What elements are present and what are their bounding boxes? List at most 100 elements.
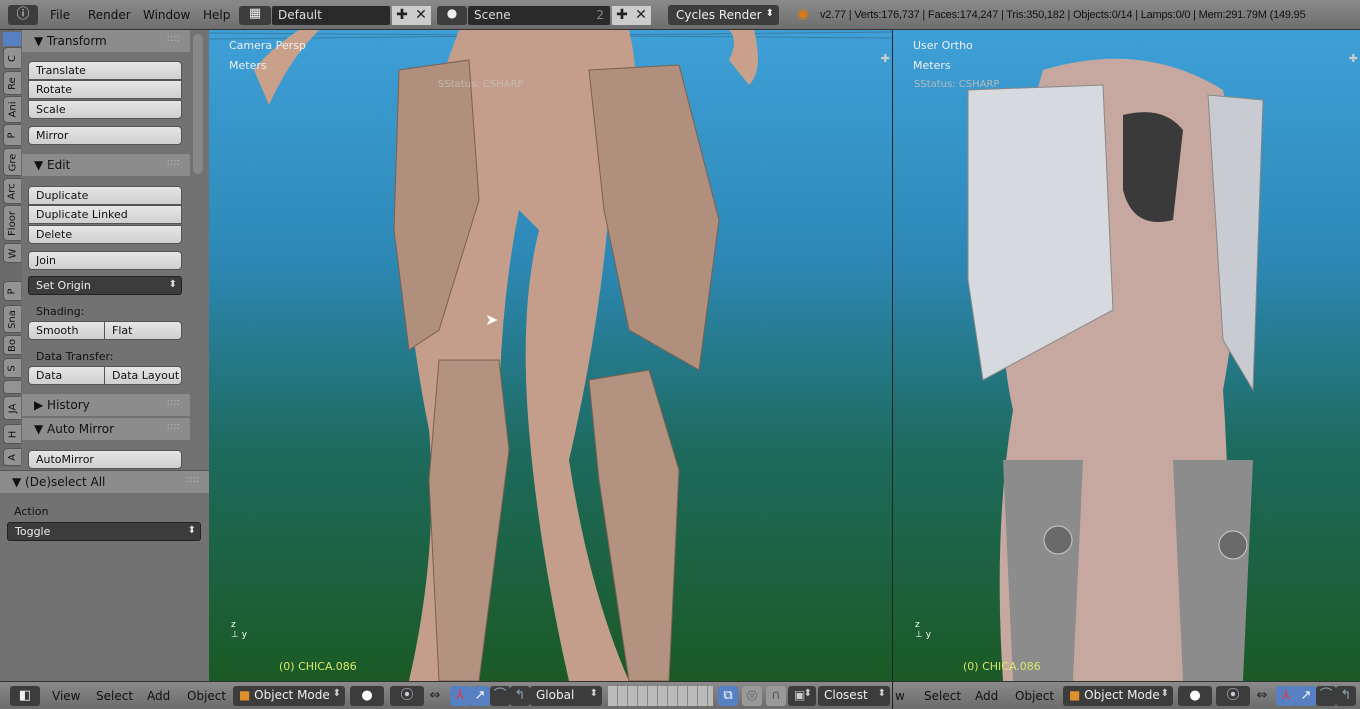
tool-tab[interactable]: P — [3, 124, 21, 146]
join-button[interactable]: Join — [28, 251, 182, 270]
menu-select[interactable]: Select — [924, 689, 961, 703]
scene-field[interactable]: Scene 2 — [468, 6, 610, 25]
translate-button[interactable]: Translate — [28, 61, 182, 80]
pivot-point-icon[interactable]: ⦿ — [1216, 686, 1250, 706]
active-tab-indicator — [3, 32, 21, 46]
tool-tab-label: Sna — [7, 309, 19, 329]
operator-panel-header[interactable]: ▼ (De)select All:::: — [0, 471, 209, 493]
lock-layers-icon[interactable]: ⧉ — [718, 686, 738, 706]
data-button[interactable]: Data — [28, 366, 105, 385]
panel-transform-header[interactable]: ▼ Transform:::: — [22, 30, 190, 52]
info-editor-type-icon[interactable]: ⓘ — [8, 5, 38, 25]
viewport-header: ◧ View Select Add Object ■ Object Mode ●… — [0, 681, 1360, 709]
mirror-button[interactable]: Mirror — [28, 126, 182, 145]
menu-object[interactable]: Object — [1015, 689, 1054, 703]
panel-title: History — [47, 398, 90, 412]
shading-label: Shading: — [36, 305, 85, 318]
tool-tab[interactable]: Sna — [3, 305, 21, 333]
rotate-button[interactable]: Rotate — [28, 80, 182, 99]
units-label: Meters — [913, 59, 951, 72]
tool-tab[interactable]: P — [3, 281, 21, 301]
set-origin-select[interactable]: Set Origin — [28, 276, 182, 295]
manipulator-toggle-icon[interactable]: ⇔ — [425, 686, 445, 706]
viewport-camera[interactable]: Camera Persp Meters SStatus: CSHARP z ⊥ y… — [209, 30, 892, 681]
action-select[interactable]: Toggle — [7, 522, 201, 541]
tool-tab[interactable] — [3, 380, 21, 394]
manipulator-axes-icon[interactable]: ⅄ — [450, 686, 470, 706]
flat-button[interactable]: Flat — [104, 321, 182, 340]
menu-object[interactable]: Object — [187, 689, 226, 703]
scale-manipulator-icon[interactable]: ↰ — [1336, 686, 1356, 706]
tool-tab[interactable]: H — [3, 424, 21, 444]
tool-tab[interactable]: Gre — [3, 148, 21, 176]
screen-layout-icon[interactable]: ▦ — [239, 6, 271, 25]
panel-auto-mirror-header[interactable]: ▼ Auto Mirror:::: — [22, 418, 190, 440]
layer-buttons[interactable] — [608, 686, 713, 706]
editor-type-icon[interactable]: ◧ — [10, 686, 40, 706]
automirror-button[interactable]: AutoMirror — [28, 450, 182, 469]
top-header: ⓘ File Render Window Help ▦ Default ✚ ✕ … — [0, 0, 1360, 30]
tool-tab[interactable]: A — [3, 448, 21, 466]
delete-screen-icon[interactable]: ✕ — [411, 6, 431, 25]
snap-icon[interactable]: ∩ — [766, 686, 786, 706]
duplicate-linked-button[interactable]: Duplicate Linked — [28, 205, 182, 224]
scale-manipulator-icon[interactable]: ↰ — [510, 686, 530, 706]
manipulator-axes-icon[interactable]: ⅄ — [1276, 686, 1296, 706]
data-layout-button[interactable]: Data Layout — [104, 366, 182, 385]
tool-tab[interactable]: Ani — [3, 96, 21, 123]
add-screen-icon[interactable]: ✚ — [392, 6, 412, 25]
smooth-button[interactable]: Smooth — [28, 321, 105, 340]
scene-name: Scene — [474, 8, 511, 22]
proportional-edit-icon[interactable]: ◎ — [742, 686, 762, 706]
tool-tab[interactable]: Arc — [3, 178, 21, 204]
manipulator-toggle-icon[interactable]: ⇔ — [1252, 686, 1272, 706]
tool-tab[interactable]: Floor — [3, 205, 21, 241]
viewport-shading-icon[interactable]: ● — [350, 686, 384, 706]
menu-render[interactable]: Render — [88, 8, 131, 22]
scale-button[interactable]: Scale — [28, 100, 182, 119]
rotate-manipulator-icon[interactable]: ⌒ — [490, 686, 510, 706]
panel-edit-header[interactable]: ▼ Edit:::: — [22, 154, 190, 176]
menu-select[interactable]: Select — [96, 689, 133, 703]
units-label: Meters — [229, 59, 267, 72]
render-engine-select[interactable]: Cycles Render ⬍ — [668, 5, 779, 25]
delete-button[interactable]: Delete — [28, 225, 182, 244]
menu-view[interactable]: View — [52, 689, 80, 703]
viewport-user-ortho[interactable]: User Ortho Meters SStatus: CSHARP z ⊥ y (… — [893, 30, 1360, 681]
duplicate-button[interactable]: Duplicate — [28, 186, 182, 205]
pivot-point-icon[interactable]: ⦿ — [390, 686, 424, 706]
mode-select[interactable]: ■ Object Mode — [233, 686, 345, 706]
rotate-manipulator-icon[interactable]: ⌒ — [1316, 686, 1336, 706]
menu-add[interactable]: Add — [975, 689, 998, 703]
cube-icon: ■ — [1069, 688, 1081, 702]
tool-tab[interactable]: S — [3, 358, 21, 378]
action-label: Action — [14, 505, 49, 518]
viewport-split-icon[interactable]: ✚ — [1349, 52, 1358, 65]
blender-logo-icon: ◉ — [797, 6, 810, 22]
viewport-split-icon[interactable]: ✚ — [881, 52, 890, 65]
screen-layout-field[interactable]: Default — [272, 6, 390, 25]
tool-tab[interactable]: C — [3, 47, 21, 69]
tool-shelf-scrollbar[interactable] — [193, 34, 203, 174]
translate-manipulator-icon[interactable]: ↗ — [470, 686, 490, 706]
tool-tab[interactable]: W — [3, 243, 21, 263]
menu-view[interactable]: w — [895, 689, 905, 703]
menu-window[interactable]: Window — [143, 8, 190, 22]
snap-element-icon[interactable]: ▣ — [788, 686, 816, 706]
snap-target-select[interactable]: Closest — [818, 686, 890, 706]
panel-history-header[interactable]: ▶ History:::: — [22, 394, 190, 416]
cube-icon: ■ — [239, 688, 251, 702]
tool-tab[interactable]: Bo — [3, 335, 21, 355]
viewport-shading-icon[interactable]: ● — [1178, 686, 1212, 706]
menu-file[interactable]: File — [50, 8, 70, 22]
scene-icon[interactable]: ● — [437, 6, 467, 25]
add-scene-icon[interactable]: ✚ — [612, 6, 632, 25]
translate-manipulator-icon[interactable]: ↗ — [1296, 686, 1316, 706]
delete-scene-icon[interactable]: ✕ — [631, 6, 651, 25]
tool-tab[interactable]: JA — [3, 396, 21, 420]
menu-help[interactable]: Help — [203, 8, 230, 22]
transform-orientation-select[interactable]: Global — [530, 686, 602, 706]
tool-tab[interactable]: Re — [3, 71, 21, 95]
menu-add[interactable]: Add — [147, 689, 170, 703]
mode-select[interactable]: ■ Object Mode — [1063, 686, 1173, 706]
